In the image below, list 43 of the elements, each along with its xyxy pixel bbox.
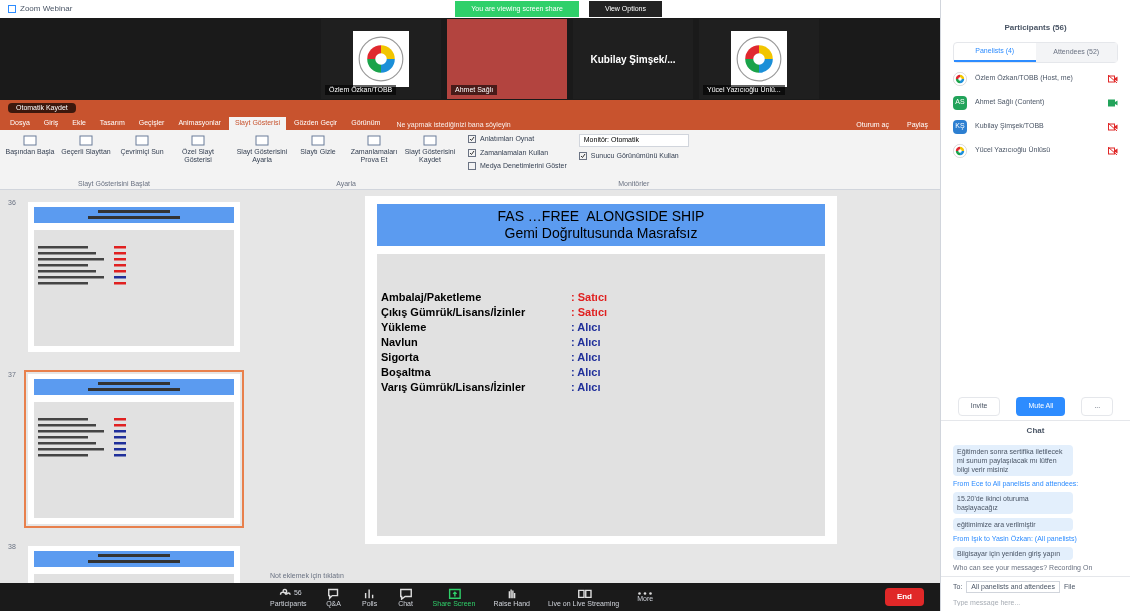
participant-name: Kubilay Şimşek/... — [590, 52, 676, 67]
slide-icon — [311, 134, 325, 148]
row-label: Yükleme — [381, 320, 428, 335]
camera-off-icon[interactable] — [1108, 122, 1118, 131]
slide-icon — [423, 134, 437, 148]
checkbox[interactable] — [468, 135, 476, 144]
row-label: Boşaltma — [381, 365, 432, 380]
row-value: : Satıcı — [571, 305, 608, 320]
row-value: : Alıcı — [571, 350, 601, 365]
window-title: Zoom Webinar — [20, 3, 73, 15]
row-label: Ambalaj/Paketleme — [381, 290, 483, 305]
round-logo-icon — [953, 71, 967, 86]
more-icon — [638, 591, 653, 595]
camera-off-icon[interactable] — [1108, 146, 1118, 155]
panel-title: Participants (56) — [1003, 22, 1068, 34]
row-label: Varış Gümrük/Lisans/İzinler — [381, 380, 527, 395]
row-value: : Alıcı — [571, 320, 601, 335]
row-value: : Alıcı — [571, 365, 601, 380]
round-logo-icon — [736, 36, 782, 82]
slide-icon — [79, 134, 93, 148]
slide-title: FAS …FREE ALONGSIDE SHIP — [497, 208, 705, 225]
row-value: : Alıcı — [571, 380, 601, 395]
round-logo-icon — [358, 36, 404, 82]
slide-icon — [255, 134, 269, 148]
camera-off-icon[interactable] — [1108, 74, 1118, 83]
row-label: Çıkış Gümrük/Lisans/İzinler — [381, 305, 527, 320]
checkbox[interactable] — [468, 162, 476, 171]
camera-icon[interactable] — [1108, 98, 1118, 107]
checkbox[interactable] — [578, 151, 587, 160]
row-label: Sigorta — [381, 350, 420, 365]
slide-icon — [23, 134, 37, 148]
slide-icon — [367, 134, 381, 148]
checkbox[interactable] — [468, 148, 476, 157]
row-label: Navlun — [381, 335, 419, 350]
row-value: : Satıcı — [571, 290, 608, 305]
slide-subtitle: Gemi Doğrultusunda Masrafsız — [504, 225, 698, 242]
slide-icon — [135, 134, 149, 148]
chat-title: Chat — [941, 419, 1130, 441]
round-logo-icon — [953, 143, 967, 158]
app-icon — [8, 5, 16, 13]
row-value: : Alıcı — [571, 335, 601, 350]
end-button[interactable]: End — [884, 588, 924, 606]
slide-icon — [191, 134, 205, 148]
